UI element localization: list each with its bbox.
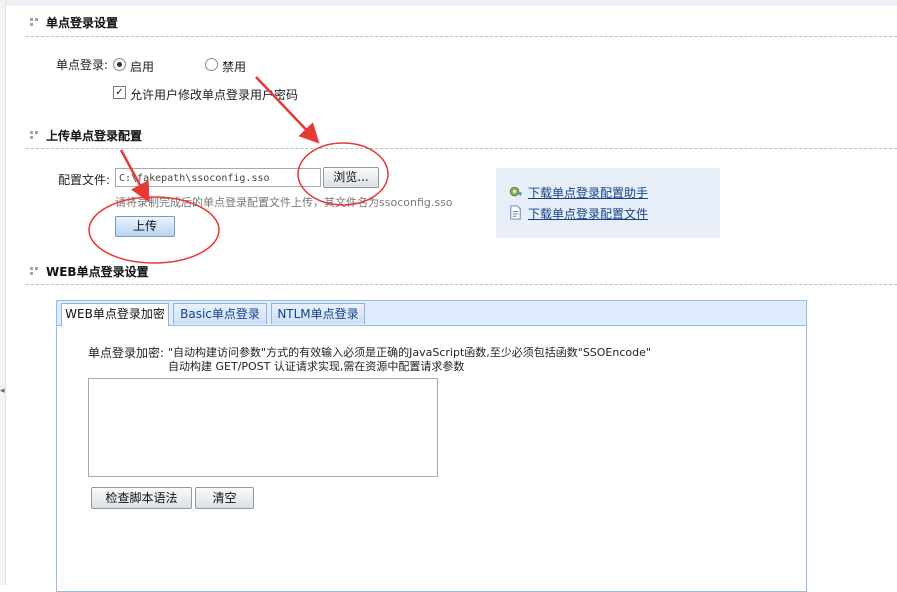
gear-download-icon bbox=[509, 186, 523, 197]
download-panel: 下载单点登录配置助手 下载单点登录配置文件 bbox=[496, 168, 720, 238]
tab-basic[interactable]: Basic单点登录 bbox=[173, 303, 267, 324]
section-bullet-icon bbox=[30, 267, 38, 275]
divider bbox=[26, 36, 897, 37]
allow-change-password-label: 允许用户修改单点登录用户密码 bbox=[130, 88, 299, 102]
browse-button[interactable]: 浏览... bbox=[323, 167, 379, 188]
sso-enable-label: 启用 bbox=[130, 60, 155, 74]
sso-disable-radio[interactable] bbox=[205, 58, 218, 71]
allow-change-password-checkbox[interactable]: ✓ bbox=[113, 86, 126, 99]
collapse-arrow-icon[interactable]: ◂ bbox=[0, 386, 5, 396]
section-bullet-icon bbox=[30, 131, 38, 139]
divider bbox=[26, 284, 897, 285]
tab-web-encrypt[interactable]: WEB单点登录加密 bbox=[61, 303, 169, 326]
clear-button[interactable]: 清空 bbox=[195, 487, 254, 509]
document-icon bbox=[510, 205, 521, 220]
download-config-link-text[interactable]: 下载单点登录配置文件 bbox=[528, 205, 648, 222]
sso-disable-label: 禁用 bbox=[222, 60, 247, 74]
sso-encrypt-desc-2: 自动构建 GET/POST 认证请求实现,需在资源中配置请求参数 bbox=[168, 360, 465, 373]
upload-button[interactable]: 上传 bbox=[115, 216, 175, 237]
config-file-label: 配置文件: bbox=[58, 173, 111, 187]
top-strip bbox=[0, 0, 897, 6]
divider bbox=[26, 148, 897, 149]
section-title: 上传单点登录配置 bbox=[46, 129, 143, 143]
tab-strip: WEB单点登录加密 Basic单点登录 NTLM单点登录 bbox=[57, 301, 806, 326]
sso-enable-radio[interactable] bbox=[113, 58, 126, 71]
section-title: WEB单点登录设置 bbox=[46, 265, 149, 279]
left-collapse-bar[interactable] bbox=[0, 0, 6, 585]
section-title: 单点登录设置 bbox=[46, 16, 119, 30]
config-file-input[interactable]: C:\fakepath\ssoconfig.sso bbox=[115, 168, 321, 187]
sso-encrypt-label: 单点登录加密: bbox=[88, 346, 165, 360]
sso-label: 单点登录: bbox=[56, 58, 109, 72]
upload-hint: 请将录制完成后的单点登录配置文件上传，其文件名为ssoconfig.sso bbox=[115, 196, 453, 209]
check-syntax-button[interactable]: 检查脚本语法 bbox=[91, 487, 192, 509]
download-helper-link-text[interactable]: 下载单点登录配置助手 bbox=[528, 184, 648, 201]
tab-ntlm[interactable]: NTLM单点登录 bbox=[271, 303, 365, 324]
section-bullet-icon bbox=[30, 18, 38, 26]
encrypt-script-textarea[interactable] bbox=[88, 378, 438, 477]
